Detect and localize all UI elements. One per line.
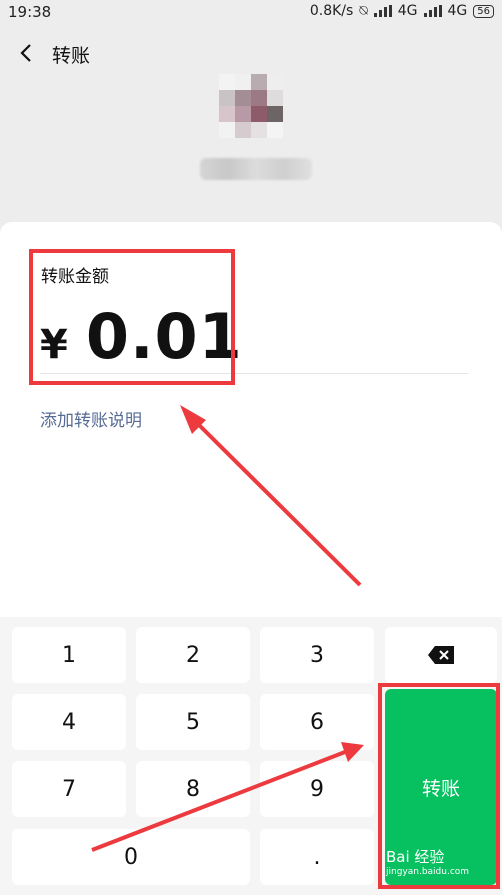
status-time: 19:38	[8, 3, 52, 21]
network-label-2: 4G	[447, 3, 468, 19]
key-2[interactable]: 2	[136, 627, 250, 683]
key-9[interactable]: 9	[260, 761, 374, 817]
amount-highlight-box	[29, 249, 235, 385]
recipient-name-blurred	[200, 158, 312, 180]
key-8[interactable]: 8	[136, 761, 250, 817]
status-bar: 19:38 0.8K/s ⍉ 4G 4G 56	[0, 0, 502, 26]
key-5[interactable]: 5	[136, 694, 250, 750]
delete-key[interactable]	[385, 627, 497, 683]
net-speed: 0.8K/s	[309, 3, 354, 19]
confirm-highlight-box	[378, 683, 500, 889]
signal-icon	[373, 5, 392, 17]
page-title: 转账	[52, 45, 91, 67]
key-1[interactable]: 1	[12, 627, 126, 683]
network-label-1: 4G	[397, 3, 418, 19]
status-icons: 0.8K/s ⍉ 4G 4G 56	[310, 3, 494, 19]
key-3[interactable]: 3	[260, 627, 374, 683]
key-dot[interactable]: .	[260, 829, 374, 885]
backspace-icon	[428, 646, 454, 664]
add-note-link[interactable]: 添加转账说明	[40, 406, 142, 431]
signal-icon-2	[423, 5, 442, 17]
recipient-avatar	[219, 74, 283, 138]
chevron-left-icon[interactable]	[16, 42, 38, 64]
key-0[interactable]: 0	[12, 829, 250, 885]
battery-badge: 56	[473, 4, 494, 18]
key-7[interactable]: 7	[12, 761, 126, 817]
key-4[interactable]: 4	[12, 694, 126, 750]
mute-alarm-icon: ⍉	[359, 3, 368, 19]
key-6[interactable]: 6	[260, 694, 374, 750]
